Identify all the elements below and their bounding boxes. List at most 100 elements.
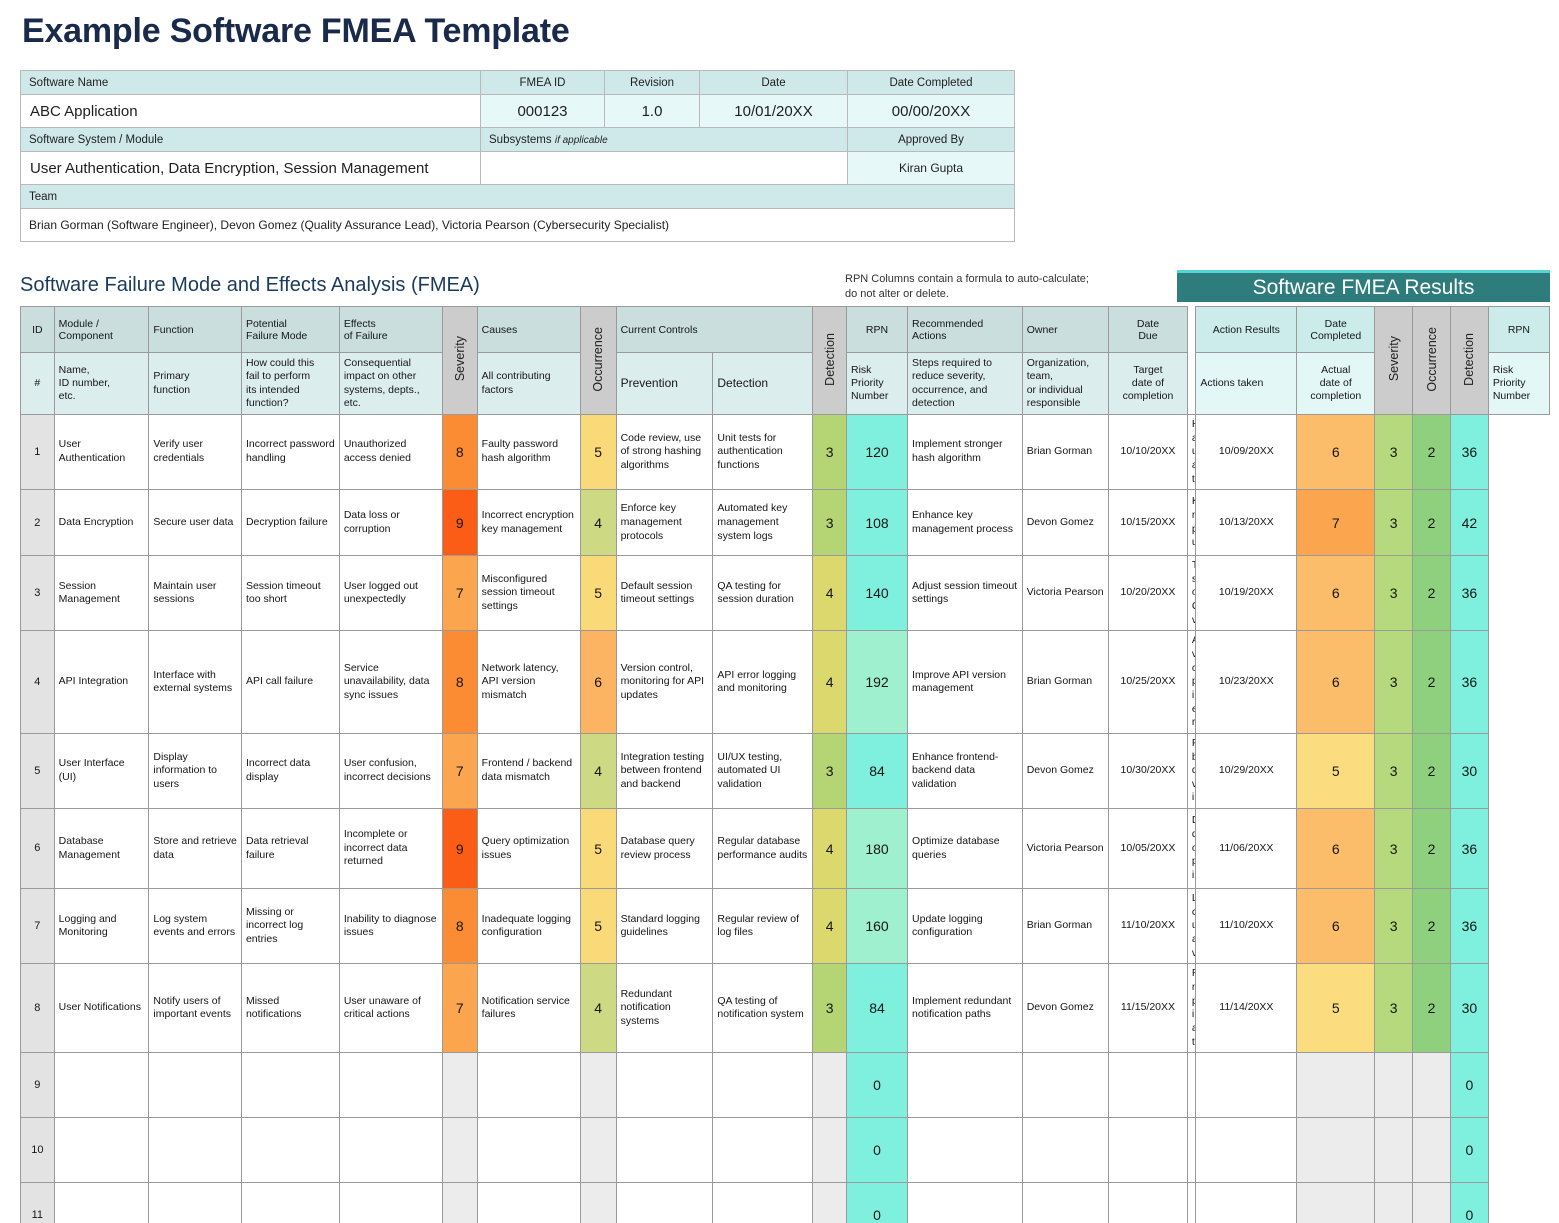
cell-control-detection[interactable]: Automated key management system logs <box>713 490 813 556</box>
cell-results-severity[interactable]: 6 <box>1297 631 1375 733</box>
cell-severity[interactable]: 8 <box>442 415 477 490</box>
cell-rpn[interactable]: 192 <box>847 631 908 733</box>
cell-potential-failure-mode[interactable]: Missing or incorrect log entries <box>241 889 339 964</box>
cell-rpn[interactable]: 0 <box>847 1053 908 1118</box>
cell-action-results[interactable] <box>1187 1118 1195 1183</box>
cell-results-occurrence[interactable]: 3 <box>1375 631 1413 733</box>
cell-results-date-completed[interactable]: 10/13/20XX <box>1196 490 1297 556</box>
cell-results-occurrence[interactable]: 3 <box>1375 889 1413 964</box>
cell-module-component[interactable]: Database Management <box>54 809 149 889</box>
cell-potential-failure-mode[interactable]: Incorrect data display <box>241 733 339 808</box>
cell-results-date-completed[interactable]: 10/19/20XX <box>1196 556 1297 631</box>
cell-effects-of-failure[interactable] <box>339 1183 442 1223</box>
cell-date-due[interactable] <box>1109 1183 1188 1223</box>
cell-recommended-actions[interactable]: Adjust session timeout settings <box>908 556 1023 631</box>
cell-potential-failure-mode[interactable] <box>241 1183 339 1223</box>
date-completed-value[interactable]: 00/00/20XX <box>848 95 1015 128</box>
cell-function[interactable]: Secure user data <box>149 490 242 556</box>
cell-recommended-actions[interactable] <box>908 1183 1023 1223</box>
software-name-value[interactable]: ABC Application <box>21 95 481 128</box>
cell-owner[interactable]: Devon Gomez <box>1022 490 1108 556</box>
cell-detection-rating[interactable]: 3 <box>813 490 847 556</box>
cell-module-component[interactable]: User Notifications <box>54 964 149 1053</box>
system-module-value[interactable]: User Authentication, Data Encryption, Se… <box>21 152 481 185</box>
cell-causes[interactable]: Notification service failures <box>477 964 580 1053</box>
cell-recommended-actions[interactable]: Implement redundant notification paths <box>908 964 1023 1053</box>
cell-control-detection[interactable]: UI/UX testing, automated UI validation <box>713 733 813 808</box>
cell-control-prevention[interactable]: Code review, use of strong hashing algor… <box>616 415 713 490</box>
cell-results-date-completed[interactable]: 10/29/20XX <box>1196 733 1297 808</box>
cell-results-date-completed[interactable]: 11/10/20XX <box>1196 889 1297 964</box>
cell-control-detection[interactable]: Regular review of log files <box>713 889 813 964</box>
cell-module-component[interactable] <box>54 1183 149 1223</box>
cell-action-results[interactable] <box>1187 1183 1195 1223</box>
cell-causes[interactable]: Faulty password hash algorithm <box>477 415 580 490</box>
cell-control-detection[interactable]: API error logging and monitoring <box>713 631 813 733</box>
cell-rpn[interactable]: 84 <box>847 964 908 1053</box>
cell-occurrence[interactable]: 5 <box>580 556 616 631</box>
date-value[interactable]: 10/01/20XX <box>700 95 848 128</box>
cell-function[interactable] <box>149 1053 242 1118</box>
cell-effects-of-failure[interactable] <box>339 1118 442 1183</box>
cell-results-occurrence[interactable]: 3 <box>1375 556 1413 631</box>
cell-date-due[interactable]: 10/30/20XX <box>1109 733 1188 808</box>
cell-severity[interactable]: 9 <box>442 809 477 889</box>
cell-results-severity[interactable] <box>1297 1183 1375 1223</box>
cell-id[interactable]: 10 <box>21 1118 55 1183</box>
revision-value[interactable]: 1.0 <box>605 95 700 128</box>
cell-rpn[interactable]: 0 <box>847 1118 908 1183</box>
cell-effects-of-failure[interactable]: User logged out unexpectedly <box>339 556 442 631</box>
approved-by-value[interactable]: Kiran Gupta <box>848 152 1015 185</box>
cell-effects-of-failure[interactable]: Service unavailability, data sync issues <box>339 631 442 733</box>
cell-occurrence[interactable]: 4 <box>580 964 616 1053</box>
cell-results-rpn[interactable]: 36 <box>1450 556 1488 631</box>
cell-results-detection[interactable] <box>1413 1053 1451 1118</box>
cell-action-results[interactable] <box>1187 1053 1195 1118</box>
cell-module-component[interactable] <box>54 1118 149 1183</box>
cell-results-date-completed[interactable]: 11/06/20XX <box>1196 809 1297 889</box>
cell-causes[interactable] <box>477 1183 580 1223</box>
cell-occurrence[interactable] <box>580 1053 616 1118</box>
cell-results-detection[interactable] <box>1413 1118 1451 1183</box>
cell-date-due[interactable]: 11/10/20XX <box>1109 889 1188 964</box>
cell-results-occurrence[interactable] <box>1375 1053 1413 1118</box>
cell-effects-of-failure[interactable]: Data loss or corruption <box>339 490 442 556</box>
fmea-id-value[interactable]: 000123 <box>481 95 605 128</box>
cell-date-due[interactable]: 11/15/20XX <box>1109 964 1188 1053</box>
cell-results-rpn[interactable]: 30 <box>1450 964 1488 1053</box>
cell-id[interactable]: 5 <box>21 733 55 808</box>
cell-id[interactable]: 9 <box>21 1053 55 1118</box>
cell-results-detection[interactable]: 2 <box>1413 490 1451 556</box>
cell-action-results[interactable]: Timeout settings optimized, QA validated <box>1187 556 1195 631</box>
cell-id[interactable]: 2 <box>21 490 55 556</box>
cell-detection-rating[interactable]: 3 <box>813 415 847 490</box>
cell-results-occurrence[interactable]: 3 <box>1375 490 1413 556</box>
cell-recommended-actions[interactable] <box>908 1053 1023 1118</box>
cell-causes[interactable]: Query optimization issues <box>477 809 580 889</box>
cell-detection-rating[interactable]: 3 <box>813 733 847 808</box>
cell-results-detection[interactable] <box>1413 1183 1451 1223</box>
cell-detection-rating[interactable]: 4 <box>813 889 847 964</box>
cell-occurrence[interactable]: 5 <box>580 809 616 889</box>
cell-rpn[interactable]: 180 <box>847 809 908 889</box>
cell-results-detection[interactable]: 2 <box>1413 733 1451 808</box>
cell-action-results[interactable]: Hash algorithm updated and tested <box>1187 415 1195 490</box>
cell-results-severity[interactable]: 6 <box>1297 809 1375 889</box>
cell-results-occurrence[interactable]: 3 <box>1375 733 1413 808</box>
team-value[interactable]: Brian Gorman (Software Engineer), Devon … <box>21 209 1015 242</box>
cell-results-detection[interactable]: 2 <box>1413 889 1451 964</box>
cell-control-prevention[interactable]: Default session timeout settings <box>616 556 713 631</box>
cell-results-rpn[interactable]: 36 <box>1450 415 1488 490</box>
cell-severity[interactable]: 9 <box>442 490 477 556</box>
cell-results-detection[interactable]: 2 <box>1413 415 1451 490</box>
cell-severity[interactable] <box>442 1053 477 1118</box>
cell-control-prevention[interactable] <box>616 1053 713 1118</box>
cell-results-detection[interactable]: 2 <box>1413 631 1451 733</box>
cell-occurrence[interactable]: 5 <box>580 415 616 490</box>
cell-function[interactable]: Notify users of important events <box>149 964 242 1053</box>
cell-severity[interactable] <box>442 1118 477 1183</box>
subsystems-value[interactable] <box>481 152 848 185</box>
cell-control-prevention[interactable]: Enforce key management protocols <box>616 490 713 556</box>
cell-potential-failure-mode[interactable]: API call failure <box>241 631 339 733</box>
cell-results-occurrence[interactable] <box>1375 1118 1413 1183</box>
